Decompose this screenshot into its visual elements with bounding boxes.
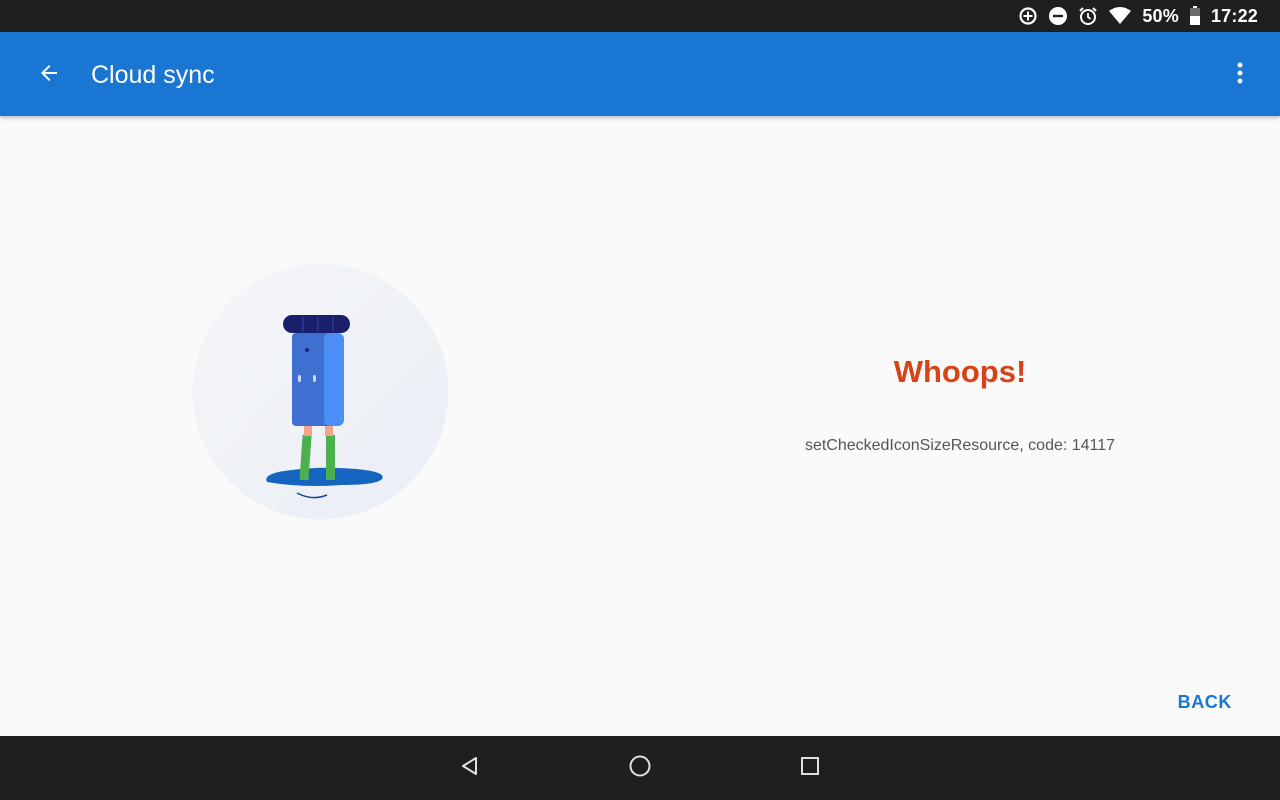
nav-recents-icon xyxy=(799,755,821,782)
error-title: Whoops! xyxy=(893,354,1027,389)
data-saver-icon xyxy=(1018,6,1038,26)
more-vert-icon xyxy=(1236,61,1244,90)
status-icons: 50% 17:22 xyxy=(1018,0,1258,32)
app-bar: Cloud sync xyxy=(0,32,1280,116)
page-title: Cloud sync xyxy=(91,61,215,89)
nav-back-icon xyxy=(459,755,481,782)
do-not-disturb-icon xyxy=(1048,6,1068,26)
arrow-back-icon xyxy=(37,61,61,90)
wifi-icon xyxy=(1108,6,1132,26)
overflow-menu-button[interactable] xyxy=(1224,56,1256,94)
status-bar: 50% 17:22 xyxy=(0,0,1280,32)
nav-home-button[interactable] xyxy=(624,752,656,784)
clock: 17:22 xyxy=(1210,5,1258,26)
back-arrow-button[interactable] xyxy=(30,56,68,94)
nav-home-icon xyxy=(628,754,652,783)
battery-icon xyxy=(1189,6,1201,26)
back-button[interactable]: BACK xyxy=(1178,690,1232,715)
battery-percent: 50% xyxy=(1142,5,1179,26)
error-message: setCheckedIconSizeResource, code: 14117 xyxy=(804,437,1116,454)
navigation-bar xyxy=(0,736,1280,800)
alarm-icon xyxy=(1078,6,1098,26)
error-illustration xyxy=(192,263,449,520)
nav-recents-button[interactable] xyxy=(794,752,826,784)
nav-back-button[interactable] xyxy=(454,752,486,784)
